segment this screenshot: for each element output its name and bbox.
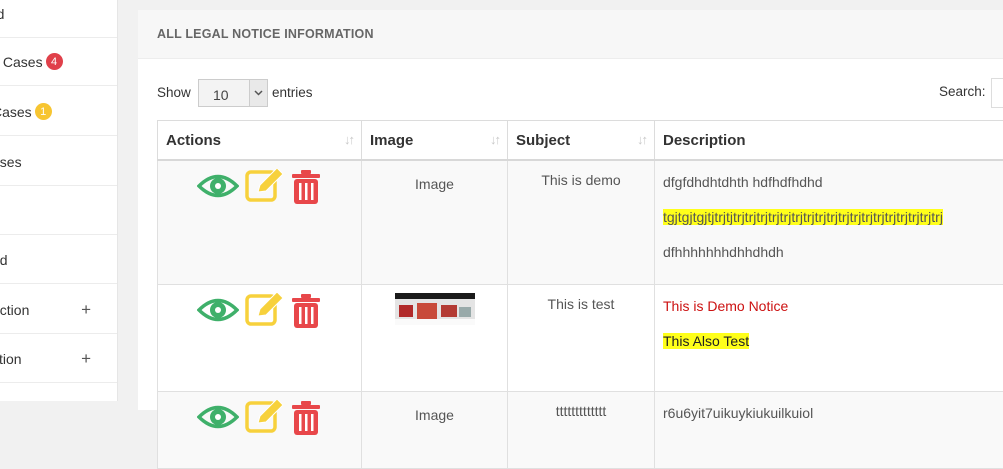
image-cell	[362, 285, 508, 392]
image-placeholder: Image	[415, 176, 454, 192]
actions-cell	[158, 160, 362, 285]
sidebar-item-cases-1[interactable]: s Cases 4	[0, 38, 117, 86]
eye-icon[interactable]	[197, 293, 239, 330]
table-row: Image This is demo dfgfdhdhtdhth hdfhdfh…	[158, 160, 1003, 285]
sidebar: rd s Cases 4 Cases 1 ases ll dd ection +…	[0, 0, 118, 401]
subject-cell: This is demo	[508, 160, 655, 285]
eye-icon[interactable]	[197, 169, 239, 206]
count-badge: 1	[35, 103, 52, 120]
image-cell: Image	[362, 392, 508, 469]
table-row: This is test This is Demo Notice This Al…	[158, 285, 1003, 392]
panel-title: ALL LEGAL NOTICE INFORMATION	[157, 27, 374, 41]
col-header-label: Actions	[166, 132, 221, 149]
description-line: dfgfdhdhtdhth hdfhdfhdhd	[663, 172, 1003, 192]
plus-icon[interactable]: +	[81, 301, 91, 318]
search-input[interactable]	[991, 78, 1003, 108]
page-size-select[interactable]: 10	[198, 79, 268, 107]
plus-icon[interactable]: +	[81, 350, 91, 367]
sidebar-item-section-2[interactable]: ction +	[0, 335, 117, 383]
sidebar-item-dashboard[interactable]: rd	[0, 0, 117, 38]
entries-label: entries	[272, 85, 313, 100]
description-cell: dfgfdhdhtdhth hdfhdfhdhd tgjtgjtgjtjtrjt…	[655, 160, 1003, 285]
col-header-label: Subject	[516, 132, 570, 149]
sidebar-item-label: Cases	[0, 104, 32, 120]
subject-cell: ttttttttttttt	[508, 392, 655, 469]
sort-icon[interactable]: ↓↑	[344, 132, 353, 147]
trash-icon[interactable]	[290, 293, 322, 332]
search-label: Search:	[939, 84, 986, 99]
highlighted-text: This Also Test	[663, 333, 749, 349]
col-header-description[interactable]: Description	[655, 121, 1003, 161]
sidebar-item-section-1[interactable]: ection +	[0, 286, 117, 334]
page-size-value: 10	[213, 87, 229, 103]
notice-thumbnail-image[interactable]	[395, 293, 475, 325]
sort-icon[interactable]: ↓↑	[490, 132, 499, 147]
edit-icon[interactable]	[245, 400, 285, 437]
image-placeholder: Image	[415, 407, 454, 423]
panel-header: ALL LEGAL NOTICE INFORMATION	[138, 10, 1003, 59]
subject-cell: This is test	[508, 285, 655, 392]
sidebar-item-add[interactable]: dd	[0, 236, 117, 284]
sidebar-item-label: ection	[0, 302, 29, 318]
actions-cell	[158, 285, 362, 392]
col-header-label: Image	[370, 132, 413, 149]
sidebar-item-label: s Cases	[0, 54, 43, 70]
chevron-down-icon[interactable]	[249, 80, 267, 106]
description-line: This is Demo Notice	[663, 296, 1003, 316]
trash-icon[interactable]	[290, 169, 322, 208]
col-header-subject[interactable]: Subject ↓↑	[508, 121, 655, 161]
sidebar-item-label: rd	[0, 6, 4, 22]
sidebar-item-label: ction	[0, 351, 22, 367]
actions-cell	[158, 392, 362, 469]
highlighted-text: tgjtgjtgjtjtrjtjtrjtrjtrjtrjtrjtrjtrjtrj…	[663, 209, 943, 225]
trash-icon[interactable]	[290, 400, 322, 439]
col-header-label: Description	[663, 132, 746, 149]
eye-icon[interactable]	[197, 400, 239, 437]
sidebar-item-all[interactable]: ll	[0, 187, 117, 235]
image-cell: Image	[362, 160, 508, 285]
description-line: r6u6yit7uikuykiukuilkuiol	[663, 403, 1003, 423]
table-header-row: Actions ↓↑ Image ↓↑ Subject ↓↑ Description	[158, 121, 1003, 161]
edit-icon[interactable]	[245, 293, 285, 330]
count-badge: 4	[46, 53, 63, 70]
sidebar-item-label: dd	[0, 252, 8, 268]
edit-icon[interactable]	[245, 169, 285, 206]
col-header-image[interactable]: Image ↓↑	[362, 121, 508, 161]
sidebar-item-cases-2[interactable]: Cases 1	[0, 88, 117, 136]
legal-notice-panel: ALL LEGAL NOTICE INFORMATION Show 10 ent…	[138, 10, 1003, 410]
sidebar-item-label: ases	[0, 154, 22, 170]
table-row: Image ttttttttttttt r6u6yit7uikuykiukuil…	[158, 392, 1003, 469]
show-label: Show	[157, 85, 191, 100]
legal-notice-table: Actions ↓↑ Image ↓↑ Subject ↓↑ Description	[157, 120, 1003, 469]
description-cell: This is Demo Notice This Also Test	[655, 285, 1003, 392]
sort-icon[interactable]: ↓↑	[637, 132, 646, 147]
sidebar-item-cases-3[interactable]: ases	[0, 138, 117, 186]
col-header-actions[interactable]: Actions ↓↑	[158, 121, 362, 161]
description-line: dfhhhhhhhdhhdhdh	[663, 242, 1003, 262]
description-cell: r6u6yit7uikuykiukuilkuiol	[655, 392, 1003, 469]
